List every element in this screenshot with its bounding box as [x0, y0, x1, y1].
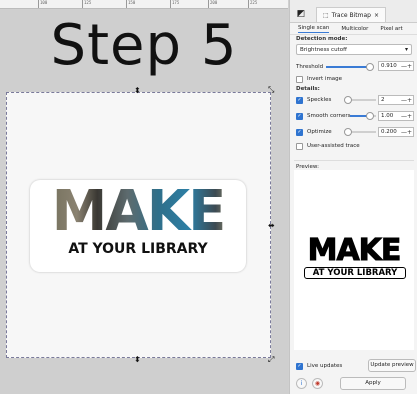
step-title: Step 5: [50, 13, 238, 78]
ruler-label: 175: [170, 0, 179, 8]
rotate-handle-top-right-icon[interactable]: ⤡: [268, 86, 274, 94]
smooth-corners-checkbox[interactable]: ✓: [296, 112, 303, 120]
tab-trace-bitmap-label: Trace Bitmap: [331, 11, 371, 19]
trace-bitmap-panel: ◩ ⬚ Trace Bitmap × Single scan Multicolo…: [289, 0, 417, 394]
threshold-spinbox[interactable]: 0.910 —+: [378, 61, 414, 71]
update-preview-button[interactable]: Update preview: [368, 359, 416, 372]
threshold-slider-fill: [326, 66, 370, 68]
ruler-label: 100: [38, 0, 47, 8]
invert-image-checkbox[interactable]: [296, 75, 303, 83]
detection-mode-label: Detection mode:: [296, 36, 348, 42]
speckles-checkbox[interactable]: ✓: [296, 96, 303, 104]
scale-handle-right-icon[interactable]: ⬌: [268, 222, 275, 230]
ruler-label: 225: [248, 0, 257, 8]
speckles-value: 2: [381, 97, 385, 103]
panel-tab-bar: ◩ ⬚ Trace Bitmap ×: [290, 0, 417, 23]
scale-handle-bottom-icon[interactable]: ⬍: [134, 356, 141, 364]
user-assisted-row[interactable]: User-assisted trace: [296, 141, 414, 151]
smooth-corners-slider[interactable]: [350, 112, 376, 120]
chevron-down-icon: ▾: [404, 46, 408, 53]
details-label: Details:: [296, 86, 320, 92]
trace-mode-tabs: Single scan Multicolor Pixel art: [290, 23, 417, 35]
horizontal-ruler: 100 125 150 175 200 225: [0, 0, 288, 9]
trace-preview: MAKE AT YOUR LIBRARY: [294, 170, 414, 350]
ruler-label: 125: [82, 0, 91, 8]
make-logo-image[interactable]: MAKE AT YOUR LIBRARY: [30, 180, 246, 272]
trace-tool-icon[interactable]: ◩: [290, 6, 312, 22]
speckles-label: Speckles: [307, 97, 332, 103]
trace-bitmap-icon: ⬚: [323, 11, 329, 19]
threshold-slider[interactable]: [326, 63, 374, 71]
preview-make-text: MAKE: [307, 233, 402, 268]
speckles-slider-knob[interactable]: [343, 96, 352, 104]
close-icon[interactable]: ×: [374, 12, 379, 19]
plus-minus-icon[interactable]: —+: [401, 62, 412, 71]
logo-subtitle: AT YOUR LIBRARY: [68, 241, 208, 257]
optimize-slider[interactable]: [343, 128, 376, 136]
speckles-spinbox[interactable]: 2 —+: [378, 95, 414, 105]
optimize-checkbox[interactable]: ✓: [296, 128, 303, 136]
info-icon[interactable]: i: [296, 378, 307, 389]
scale-handle-top-icon[interactable]: ⬍: [134, 87, 141, 95]
threshold-value: 0.910: [381, 63, 397, 69]
smooth-corners-label: Smooth corners: [307, 113, 351, 119]
live-updates-label: Live updates: [307, 363, 343, 369]
optimize-slider-knob[interactable]: [343, 128, 352, 136]
tab-trace-bitmap[interactable]: ⬚ Trace Bitmap ×: [316, 7, 386, 22]
tab-pixel-art[interactable]: Pixel art: [380, 26, 402, 32]
tab-multicolor[interactable]: Multicolor: [341, 26, 368, 32]
ruler-label: 150: [126, 0, 135, 8]
plus-minus-icon[interactable]: —+: [401, 128, 412, 137]
plus-minus-icon[interactable]: —+: [401, 96, 412, 105]
user-assisted-label: User-assisted trace: [307, 143, 360, 149]
live-updates-checkbox[interactable]: ✓: [296, 362, 303, 370]
logo-make-text: MAKE: [36, 184, 240, 240]
threshold-slider-knob[interactable]: [365, 63, 374, 71]
tab-single-scan[interactable]: Single scan: [298, 25, 330, 33]
detection-mode-value: Brightness cutoff: [300, 47, 347, 53]
invert-image-row[interactable]: Invert image: [296, 74, 414, 84]
rotate-handle-bottom-right-icon[interactable]: ⤢: [268, 356, 274, 364]
divider: [294, 160, 414, 161]
invert-image-label: Invert image: [307, 76, 343, 82]
detection-mode-select[interactable]: Brightness cutoff ▾: [296, 44, 412, 55]
optimize-value: 0.200: [381, 129, 397, 135]
speckles-slider[interactable]: [343, 96, 376, 104]
user-assisted-checkbox[interactable]: [296, 142, 303, 150]
threshold-label: Threshold: [296, 64, 324, 70]
canvas-area[interactable]: 100 125 150 175 200 225 Step 5 ⬍ ⤡ ⬌ ⬍ ⤢…: [0, 0, 288, 394]
stop-icon[interactable]: ◉: [312, 378, 323, 389]
optimize-spinbox[interactable]: 0.200 —+: [378, 127, 414, 137]
smooth-corners-spinbox[interactable]: 1.00 —+: [378, 111, 414, 121]
optimize-label: Optimize: [307, 129, 332, 135]
plus-minus-icon[interactable]: —+: [401, 112, 412, 121]
preview-subtitle: AT YOUR LIBRARY: [304, 267, 406, 279]
smooth-corners-value: 1.00: [381, 113, 394, 119]
smooth-corners-slider-knob[interactable]: [365, 112, 374, 120]
ruler-label: 200: [208, 0, 217, 8]
apply-button[interactable]: Apply: [340, 377, 406, 390]
